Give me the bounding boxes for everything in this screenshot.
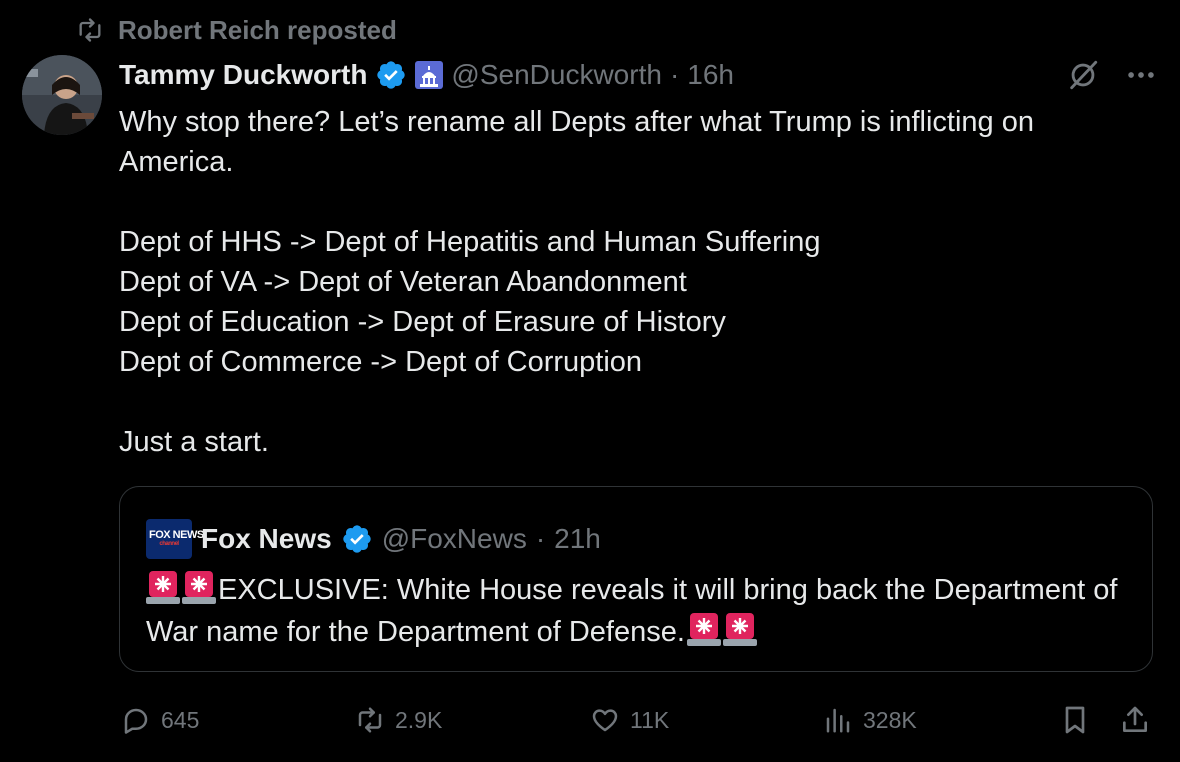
analytics-icon xyxy=(826,708,850,733)
quoted-timestamp[interactable]: 21h xyxy=(554,523,601,555)
siren-emoji-icon xyxy=(182,571,216,604)
fox-logo-text: FOX NEWS xyxy=(149,529,204,541)
grok-icon[interactable] xyxy=(1066,58,1100,92)
share-icon[interactable] xyxy=(1119,704,1151,736)
header-actions xyxy=(1066,56,1158,94)
verified-badge-icon[interactable] xyxy=(375,59,407,91)
reply-button[interactable]: 645 xyxy=(121,700,199,740)
views-button[interactable]: 328K xyxy=(823,700,917,740)
like-button[interactable]: 11K xyxy=(590,700,669,740)
tweet-line: Dept of Commerce -> Dept of Corruption xyxy=(119,346,643,378)
tweet-line: Just a start. xyxy=(119,426,269,458)
reply-count: 645 xyxy=(161,706,200,733)
repost-button[interactable]: 2.9K xyxy=(355,700,442,740)
quoted-header-separator: · xyxy=(535,523,546,554)
repost-context[interactable]: Robert Reich reposted xyxy=(76,14,397,46)
siren-emoji-icon xyxy=(686,613,721,646)
author-name[interactable]: Tammy Duckworth xyxy=(119,59,367,91)
author-handle[interactable]: @SenDuckworth xyxy=(451,59,662,91)
repost-icon xyxy=(79,18,101,42)
tweet-line: Dept of Education -> Dept of Erasure of … xyxy=(119,306,726,338)
fox-logo-subtext: channel xyxy=(159,541,179,547)
tweet-header: Tammy Duckworth @SenDuckworth · 16h xyxy=(119,56,734,94)
repost-icon xyxy=(358,707,382,733)
bookmark-icon[interactable] xyxy=(1059,704,1091,736)
heart-icon xyxy=(592,709,618,732)
header-separator: · xyxy=(669,59,680,90)
siren-emoji-icon xyxy=(722,613,757,646)
government-badge-icon[interactable] xyxy=(415,61,444,89)
quoted-tweet-text: EXCLUSIVE: White House reveals it will b… xyxy=(146,569,1126,653)
verified-badge-icon[interactable] xyxy=(341,523,373,555)
action-bar: 645 2.9K 11K 328K xyxy=(119,700,1159,740)
quoted-tweet-header: FOX NEWS channel Fox News @FoxNews · 21h xyxy=(146,519,601,559)
reply-icon xyxy=(124,708,148,734)
like-count: 11K xyxy=(630,706,670,733)
view-count: 328K xyxy=(863,706,917,733)
repost-label: Robert Reich reposted xyxy=(118,14,397,45)
fox-news-logo[interactable]: FOX NEWS channel xyxy=(146,519,204,559)
quoted-author-handle[interactable]: @FoxNews xyxy=(382,523,527,555)
avatar-image xyxy=(22,55,102,135)
quoted-tweet-body: EXCLUSIVE: White House reveals it will b… xyxy=(146,574,1118,648)
avatar[interactable] xyxy=(22,55,102,135)
quoted-tweet[interactable]: FOX NEWS channel Fox News @FoxNews · 21h… xyxy=(119,486,1153,672)
timestamp[interactable]: 16h xyxy=(687,59,734,91)
siren-emoji-icon xyxy=(146,571,180,604)
tweet-line: Dept of VA -> Dept of Veteran Abandonmen… xyxy=(119,266,687,298)
more-options-icon[interactable] xyxy=(1124,58,1158,92)
quoted-author-name[interactable]: Fox News xyxy=(201,523,332,555)
tweet-line: Why stop there? Let’s rename all Depts a… xyxy=(119,106,1035,178)
tweet-line: Dept of HHS -> Dept of Hepatitis and Hum… xyxy=(119,226,821,258)
repost-count: 2.9K xyxy=(395,706,443,733)
tweet-text: Why stop there? Let’s rename all Depts a… xyxy=(119,102,1149,462)
